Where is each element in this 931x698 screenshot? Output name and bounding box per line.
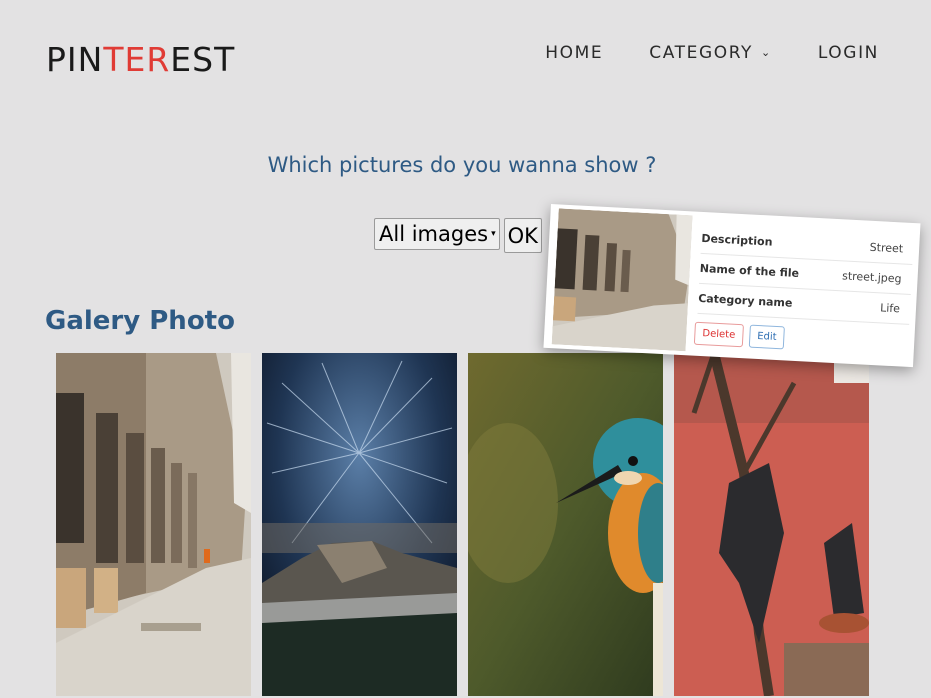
nav-category-dropdown[interactable]: CATEGORY ⌄ — [649, 43, 772, 63]
select-arrow-icon: ▾ — [491, 229, 496, 239]
delete-button[interactable]: Delete — [693, 321, 744, 348]
gallery-title: Galery Photo — [45, 306, 235, 336]
nav-login-link[interactable]: LOGIN — [818, 43, 879, 63]
logo-text-start: PIN — [46, 40, 104, 79]
detail-value: Street — [869, 240, 904, 256]
photo-kingfisher[interactable] — [468, 353, 663, 696]
logo-text-end: EST — [170, 40, 236, 79]
detail-value: street.jpeg — [841, 269, 902, 286]
detail-actions: Delete Edit — [693, 321, 791, 350]
logo-text-accent: TER — [103, 40, 171, 79]
main-nav: HOME CATEGORY ⌄ LOGIN — [499, 43, 879, 63]
starry-mountain-image — [262, 353, 457, 696]
photo-starry-mountain[interactable] — [262, 353, 457, 696]
detail-thumbnail — [551, 208, 693, 352]
nav-home-link[interactable]: HOME — [545, 43, 603, 63]
detail-value: Life — [879, 301, 901, 316]
edit-button[interactable]: Edit — [748, 324, 786, 350]
detail-info-table: Description Street Name of the file stre… — [697, 223, 914, 325]
kingfisher-image — [468, 353, 663, 696]
street-thumbnail-image — [551, 208, 693, 352]
photo-bat-plant[interactable] — [674, 353, 869, 696]
photo-street[interactable] — [56, 353, 251, 696]
nav-category-label: CATEGORY — [649, 43, 754, 63]
ok-button[interactable]: OK — [503, 218, 542, 253]
bat-plant-image — [674, 353, 869, 696]
chevron-down-icon: ⌄ — [761, 46, 772, 59]
detail-key: Name of the file — [699, 261, 800, 281]
category-select-value: All images — [379, 222, 489, 246]
filter-question: Which pictures do you wanna show ? — [267, 153, 657, 177]
site-logo[interactable]: PINTEREST — [46, 40, 235, 79]
category-select[interactable]: All images ▾ — [374, 218, 500, 250]
detail-key: Category name — [697, 291, 793, 310]
street-image — [56, 353, 251, 696]
filter-form: All images ▾ OK — [374, 218, 542, 253]
detail-key: Description — [701, 231, 773, 249]
image-detail-popup: Description Street Name of the file stre… — [543, 204, 921, 368]
